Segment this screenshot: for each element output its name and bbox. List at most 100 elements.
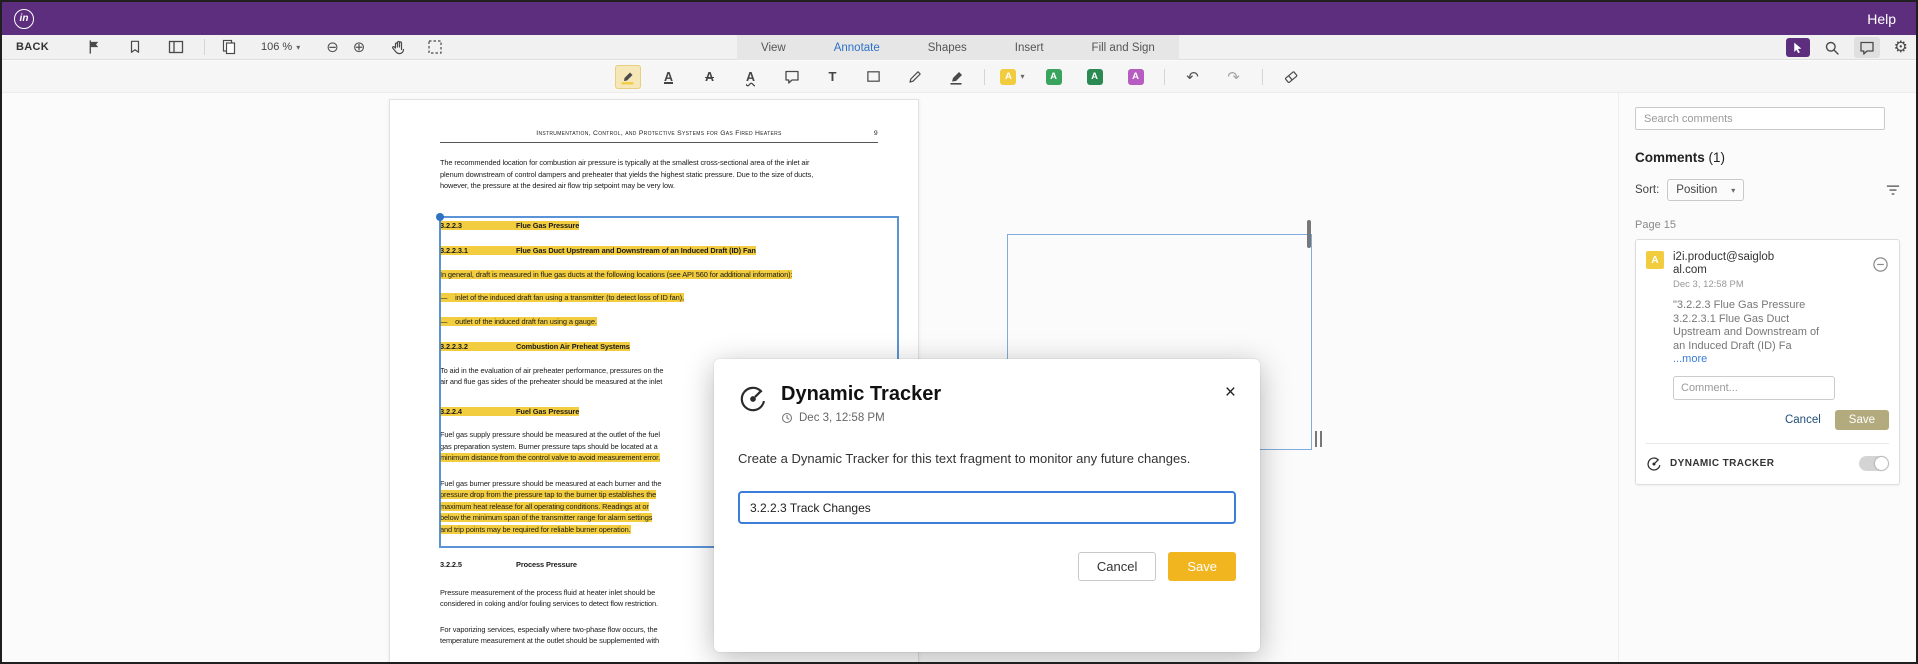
toolbar-separator [1261,68,1263,85]
doc-line: however, the pressure at the desired air… [440,181,675,190]
tab-fill-and-sign[interactable]: Fill and Sign [1068,35,1179,60]
page-number: 9 [873,130,878,137]
comment-timestamp: Dec 3, 12:58 PM [1673,279,1744,290]
selection-anchor-dot[interactable] [436,213,444,221]
sort-dropdown[interactable]: Position ▾ [1667,179,1745,201]
shape-tool[interactable] [861,65,887,89]
comment-author: i2i.product@saiglob [1673,251,1775,263]
sort-row: Sort: Position ▾ [1635,179,1900,201]
modal-description: Create a Dynamic Tracker for this text f… [738,451,1191,466]
app-logo: in [14,8,34,29]
highlight-tool[interactable] [614,64,641,89]
clock-icon [781,412,793,424]
comment-save-button[interactable]: Save [1834,409,1889,430]
top-bar: in Help [2,2,1916,35]
zoom-in-icon[interactable]: ⊕ [353,37,366,57]
help-link[interactable]: Help [1867,11,1896,27]
eraser-tool[interactable] [1278,65,1304,89]
tab-shapes[interactable]: Shapes [904,35,991,60]
strikeout-tool[interactable]: A [697,65,723,89]
comment-cancel-button[interactable]: Cancel [1785,414,1821,426]
toolbar-separator [983,68,985,85]
marker-tool[interactable] [943,65,969,89]
flag-icon[interactable] [87,37,102,57]
preset-style-green-1[interactable]: A [1041,65,1067,89]
back-button[interactable]: BACK [16,41,49,53]
bookmark-icon[interactable] [128,37,142,57]
heading-title: Process Pressure [516,560,577,569]
dynamic-tracker-label: DYNAMIC TRACKER [1670,458,1775,469]
pages-icon[interactable] [221,37,237,57]
side-panel-icon[interactable] [168,37,184,57]
preset-style-green-2[interactable]: A [1082,65,1108,89]
doc-line: The recommended location for combustion … [440,158,810,167]
zoom-level-value: 106 % [260,41,293,53]
viewer-scrollbar-thumb[interactable] [1307,220,1311,248]
hand-tool-icon[interactable] [391,37,407,57]
pink-swatch-icon: A [1127,68,1144,85]
mode-tabs: View Annotate Shapes Insert Fill and Sig… [737,35,1179,60]
search-comments-input[interactable] [1635,107,1885,130]
comments-panel: Comments (1) Sort: Position ▾ Page 15 A [1618,93,1916,662]
modal-actions: Cancel Save [738,552,1236,582]
chevron-down-icon: ▾ [296,42,301,52]
comment-author-block: i2i.product@saiglob al.com Dec 3, 12:58 … [1673,251,1774,290]
annotation-toolbar: A A A T A ▾ A A A ↶ ↷ [2,61,1916,93]
text-tool[interactable]: T [820,65,846,89]
chevron-down-icon: ▾ [1731,185,1736,195]
header-rule [440,142,878,143]
doc-paragraph: The recommended location for combustion … [440,157,878,192]
comment-body: "3.2.2.3 Flue Gas Pressure 3.2.2.3.1 Flu… [1673,299,1820,365]
gear-icon[interactable]: ⚙ [1894,39,1908,56]
modal-save-button[interactable]: Save [1168,552,1236,582]
marquee-select-icon[interactable] [427,37,443,57]
app-window: in Help BACK 106 % ▾ ⊖ ⊕ View Annotate S… [0,0,1918,664]
pencil-tool[interactable] [902,65,928,89]
tab-insert[interactable]: Insert [991,35,1068,60]
main-toolbar: BACK 106 % ▾ ⊖ ⊕ View Annotate Shapes In… [2,35,1916,60]
comment-card[interactable]: A i2i.product@saiglob al.com Dec 3, 12:5… [1635,239,1900,485]
dynamic-tracker-modal: Dynamic Tracker Dec 3, 12:58 PM × Create… [714,359,1260,652]
yellow-swatch-icon: A [1000,68,1017,85]
search-icon[interactable] [1824,38,1840,58]
redo-button[interactable]: ↷ [1221,65,1247,89]
comment-header: A i2i.product@saiglob al.com Dec 3, 12:5… [1646,251,1889,290]
comments-title-text: Comments [1635,150,1705,165]
tab-annotate[interactable]: Annotate [810,35,904,60]
close-icon[interactable]: × [1225,383,1236,402]
zoom-level-dropdown[interactable]: 106 % ▾ [261,41,300,53]
squiggly-tool[interactable]: A [738,65,764,89]
green-swatch-icon: A [1045,68,1062,85]
modal-title-block: Dynamic Tracker Dec 3, 12:58 PM [781,383,941,424]
undo-button[interactable]: ↶ [1180,65,1206,89]
chevron-down-icon: ▾ [1020,72,1025,81]
collapse-comment-icon[interactable] [1872,256,1889,278]
modal-title: Dynamic Tracker [781,383,942,405]
zoom-out-icon[interactable]: ⊖ [326,37,339,57]
highlight-color-swatch[interactable]: A ▾ [1000,65,1026,89]
sticky-note-tool[interactable] [779,65,805,89]
green-swatch-icon: A [1086,68,1103,85]
toolbar-right-group: ⚙ [1785,35,1908,60]
tab-view[interactable]: View [737,35,810,60]
reply-comment-input[interactable] [1673,375,1835,400]
comments-count: (1) [1708,150,1726,165]
comment-author: al.com [1673,264,1707,276]
filter-icon[interactable] [1886,184,1900,197]
comment-page-label: Page 15 [1635,219,1676,231]
dynamic-tracker-toggle[interactable] [1859,456,1889,471]
toolbar-separator [203,39,205,55]
tracker-name-input[interactable] [738,491,1236,525]
more-link[interactable]: ...more [1673,353,1707,365]
modal-timestamp: Dec 3, 12:58 PM [799,412,885,424]
modal-cancel-button[interactable]: Cancel [1077,552,1157,582]
smart-select-icon[interactable] [1785,38,1810,57]
comments-panel-icon[interactable] [1853,37,1880,58]
toolbar-separator [1163,68,1165,85]
toggle-knob [1875,457,1888,470]
preset-style-pink[interactable]: A [1123,65,1149,89]
panel-resize-handle[interactable] [1315,431,1322,447]
underline-tool[interactable]: A [656,65,682,89]
app-logo-text: in [19,13,29,24]
highlight-annotation-icon: A [1646,251,1664,269]
